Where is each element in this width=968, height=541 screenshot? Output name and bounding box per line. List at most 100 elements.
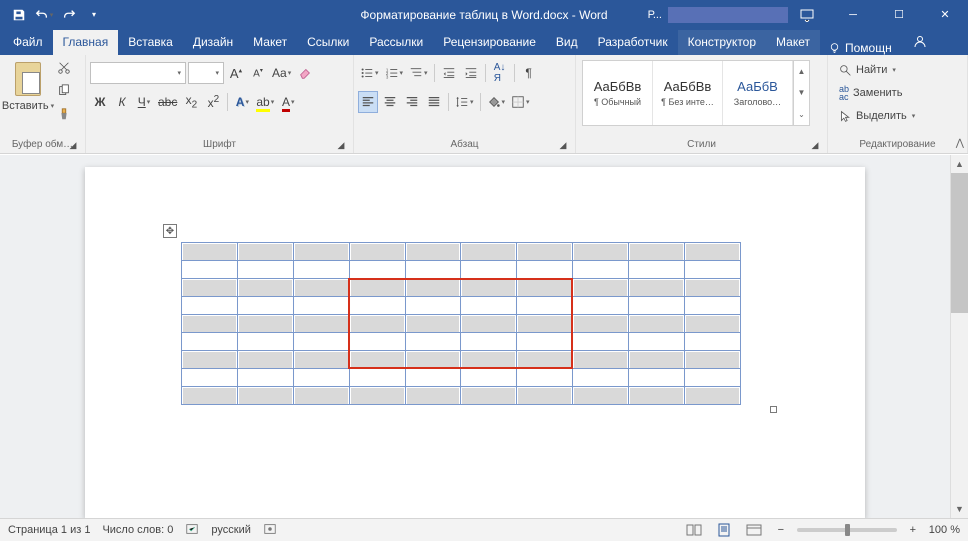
table-cell[interactable] bbox=[237, 369, 293, 387]
view-print-button[interactable] bbox=[713, 521, 735, 539]
table-cell[interactable] bbox=[405, 351, 461, 369]
table-cell[interactable] bbox=[293, 369, 349, 387]
tab-table-layout[interactable]: Макет bbox=[766, 30, 820, 55]
scroll-track[interactable] bbox=[951, 173, 968, 500]
table-cell[interactable] bbox=[237, 261, 293, 279]
table-cell[interactable] bbox=[629, 351, 685, 369]
table-cell[interactable] bbox=[517, 261, 573, 279]
borders-button[interactable]: ▾ bbox=[509, 91, 532, 113]
table-cell[interactable] bbox=[405, 297, 461, 315]
tab-design[interactable]: Дизайн bbox=[183, 30, 243, 55]
shading-button[interactable]: ▾ bbox=[485, 91, 508, 113]
table-cell[interactable] bbox=[293, 387, 349, 405]
undo-button[interactable]: ▾ bbox=[33, 4, 55, 26]
table-cell[interactable] bbox=[685, 369, 741, 387]
table-cell[interactable] bbox=[573, 369, 629, 387]
text-effects-button[interactable]: A▾ bbox=[232, 91, 252, 113]
style-heading1[interactable]: АаБбВ Заголово… bbox=[723, 61, 793, 125]
table-cell[interactable] bbox=[237, 387, 293, 405]
table-cell[interactable] bbox=[629, 369, 685, 387]
view-read-button[interactable] bbox=[683, 521, 705, 539]
scroll-down-button[interactable]: ▼ bbox=[951, 500, 968, 518]
table-cell[interactable] bbox=[237, 279, 293, 297]
tab-layout[interactable]: Макет bbox=[243, 30, 297, 55]
change-case-button[interactable]: Aa▾ bbox=[270, 62, 293, 84]
document-area[interactable]: ✥ bbox=[0, 155, 950, 518]
justify-button[interactable] bbox=[424, 91, 444, 113]
sort-button[interactable]: A↓Я bbox=[490, 62, 510, 84]
tab-file[interactable]: Файл bbox=[3, 30, 53, 55]
minimize-button[interactable]: ─ bbox=[830, 0, 876, 29]
format-painter-button[interactable] bbox=[54, 104, 74, 124]
table-cell[interactable] bbox=[293, 333, 349, 351]
align-center-button[interactable] bbox=[380, 91, 400, 113]
table-cell[interactable] bbox=[182, 333, 238, 351]
multilevel-button[interactable]: ▾ bbox=[407, 62, 430, 84]
gallery-scroll-up[interactable]: ▲ bbox=[794, 61, 809, 82]
table-cell[interactable] bbox=[349, 315, 405, 333]
share-button[interactable] bbox=[912, 34, 928, 53]
clear-formatting-button[interactable] bbox=[295, 62, 315, 84]
table-cell[interactable] bbox=[629, 333, 685, 351]
table-cell[interactable] bbox=[405, 279, 461, 297]
document-table[interactable] bbox=[181, 242, 741, 405]
font-size-combo[interactable]: ▾ bbox=[188, 62, 224, 84]
zoom-in-button[interactable]: + bbox=[905, 524, 921, 536]
table-cell[interactable] bbox=[293, 261, 349, 279]
table-cell[interactable] bbox=[405, 387, 461, 405]
tab-view[interactable]: Вид bbox=[546, 30, 588, 55]
table-cell[interactable] bbox=[293, 297, 349, 315]
table-cell[interactable] bbox=[237, 297, 293, 315]
font-name-combo[interactable]: ▾ bbox=[90, 62, 186, 84]
table-cell[interactable] bbox=[629, 387, 685, 405]
table-cell[interactable] bbox=[293, 351, 349, 369]
customize-qat-button[interactable]: ▾ bbox=[83, 4, 105, 26]
account-area[interactable]: Р... bbox=[648, 0, 788, 29]
table-cell[interactable] bbox=[573, 315, 629, 333]
table-cell[interactable] bbox=[182, 279, 238, 297]
status-words[interactable]: Число слов: 0 bbox=[102, 524, 173, 536]
table-cell[interactable] bbox=[405, 369, 461, 387]
ribbon-options-button[interactable] bbox=[784, 0, 830, 29]
table-cell[interactable] bbox=[461, 369, 517, 387]
view-web-button[interactable] bbox=[743, 521, 765, 539]
scroll-thumb[interactable] bbox=[951, 173, 968, 313]
table-cell[interactable] bbox=[182, 387, 238, 405]
table-cell[interactable] bbox=[461, 261, 517, 279]
table-cell[interactable] bbox=[573, 279, 629, 297]
gallery-scroll-down[interactable]: ▼ bbox=[794, 82, 809, 103]
table-cell[interactable] bbox=[237, 351, 293, 369]
table-cell[interactable] bbox=[461, 243, 517, 261]
table-cell[interactable] bbox=[349, 387, 405, 405]
strike-button[interactable]: abc bbox=[156, 91, 179, 113]
tell-me-search[interactable]: Помощн bbox=[820, 41, 900, 55]
table-cell[interactable] bbox=[685, 243, 741, 261]
bold-button[interactable]: Ж bbox=[90, 91, 110, 113]
table-cell[interactable] bbox=[461, 279, 517, 297]
table-cell[interactable] bbox=[405, 243, 461, 261]
tab-review[interactable]: Рецензирование bbox=[433, 30, 546, 55]
table-cell[interactable] bbox=[293, 315, 349, 333]
table-cell[interactable] bbox=[182, 297, 238, 315]
table-cell[interactable] bbox=[293, 243, 349, 261]
tab-references[interactable]: Ссылки bbox=[297, 30, 359, 55]
table-cell[interactable] bbox=[237, 243, 293, 261]
underline-button[interactable]: Ч▾ bbox=[134, 91, 154, 113]
select-button[interactable]: Выделить▾ bbox=[836, 106, 918, 126]
table-cell[interactable] bbox=[629, 243, 685, 261]
table-cell[interactable] bbox=[461, 333, 517, 351]
table-cell[interactable] bbox=[629, 279, 685, 297]
table-cell[interactable] bbox=[349, 351, 405, 369]
table-cell[interactable] bbox=[182, 261, 238, 279]
table-cell[interactable] bbox=[629, 297, 685, 315]
style-normal[interactable]: АаБбВв ¶ Обычный bbox=[583, 61, 653, 125]
status-language[interactable]: русский bbox=[211, 524, 250, 536]
table-cell[interactable] bbox=[405, 315, 461, 333]
status-macro[interactable] bbox=[263, 522, 277, 539]
table-cell[interactable] bbox=[685, 351, 741, 369]
collapse-ribbon-button[interactable]: ⋀ bbox=[956, 138, 964, 149]
highlight-button[interactable]: ab▾ bbox=[254, 91, 276, 113]
table-cell[interactable] bbox=[517, 297, 573, 315]
table-cell[interactable] bbox=[573, 297, 629, 315]
table-cell[interactable] bbox=[629, 315, 685, 333]
